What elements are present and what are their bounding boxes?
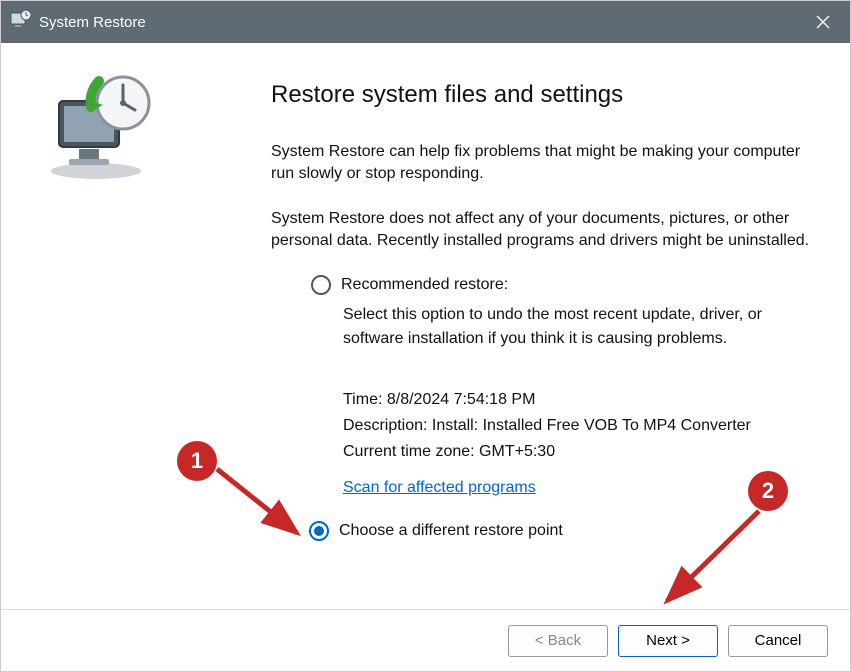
radio-recommended-restore[interactable]: Recommended restore: [311, 275, 810, 295]
system-restore-window: System Restore [0, 0, 851, 672]
cancel-button[interactable]: Cancel [728, 625, 828, 657]
back-button[interactable]: < Back [508, 625, 608, 657]
app-icon [9, 9, 31, 36]
left-pane [1, 43, 211, 609]
restore-timezone: Current time zone: GMT+5:30 [343, 443, 810, 461]
restore-time: Time: 8/8/2024 7:54:18 PM [343, 391, 810, 409]
radio-unchecked-icon [311, 275, 331, 295]
intro-paragraph-2: System Restore does not affect any of yo… [271, 208, 810, 253]
recommended-description: Select this option to undo the most rece… [343, 303, 810, 351]
radio-recommended-label: Recommended restore: [341, 276, 508, 294]
annotation-arrow-1 [211, 461, 321, 551]
footer: < Back Next > Cancel [1, 609, 850, 671]
restore-description: Description: Install: Installed Free VOB… [343, 417, 810, 435]
intro-paragraph-1: System Restore can help fix problems tha… [271, 141, 810, 186]
scan-affected-programs-link[interactable]: Scan for affected programs [343, 479, 536, 497]
page-heading: Restore system files and settings [271, 81, 810, 109]
annotation-arrow-2 [649, 505, 779, 615]
titlebar: System Restore [1, 1, 850, 43]
close-button[interactable] [796, 1, 850, 43]
next-button[interactable]: Next > [618, 625, 718, 657]
radio-choose-label: Choose a different restore point [339, 522, 563, 540]
restore-illustration-icon [41, 170, 161, 187]
window-title: System Restore [39, 14, 146, 31]
